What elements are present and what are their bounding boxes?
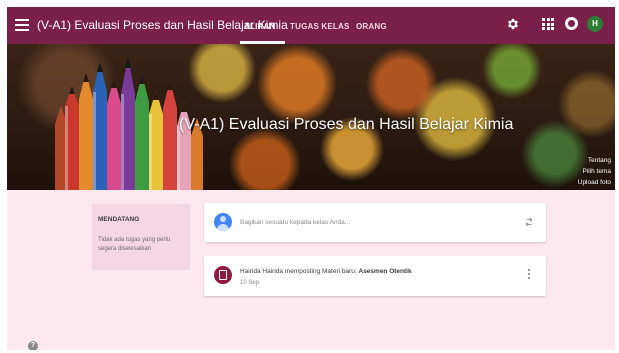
repost-icon[interactable] [523,216,535,228]
user-avatar-icon [214,213,232,231]
more-options-icon[interactable] [528,269,531,281]
share-input[interactable]: Bagikan sesuatu kepada kelas Anda... [240,219,350,226]
stream-post[interactable]: Hairida Hairida memposting Materi baru: … [204,256,546,296]
menu-icon[interactable] [15,17,31,33]
class-banner: (V-A1) Evaluasi Proses dan Hasil Belajar… [7,44,615,190]
select-theme-link[interactable]: Pilih tema [582,168,611,175]
post-author-text: Hairida Hairida memposting Materi baru: [240,268,359,275]
upcoming-empty-text: Tidak ada tugas yang perlu segera disele… [98,237,171,252]
apps-grid-icon[interactable] [542,18,554,30]
post-title[interactable]: Hairida Hairida memposting Materi baru: … [240,268,412,275]
upcoming-panel: MENDATANG Tidak ada tugas yang perlu seg… [92,204,190,270]
top-app-bar: (V-A1) Evaluasi Proses dan Hasil Belajar… [7,7,615,44]
help-icon[interactable]: ? [28,341,38,350]
share-box[interactable]: Bagikan sesuatu kepada kelas Anda... [204,203,546,242]
tab-aliran[interactable]: ALIRAN [244,22,275,31]
circle-icon[interactable] [565,17,578,30]
post-date: 10 Sep [240,280,260,286]
upcoming-title: MENDATANG [98,216,140,223]
about-link[interactable]: Tentang [588,157,611,164]
upload-photo-link[interactable]: Upload foto [578,179,611,186]
gear-icon[interactable] [506,17,520,31]
material-icon [214,266,232,284]
tab-orang[interactable]: ORANG [356,22,387,31]
post-material-title: Asesmen Otentik [358,268,412,275]
banner-title: (V-A1) Evaluasi Proses dan Hasil Belajar… [179,116,514,133]
classroom-window: (V-A1) Evaluasi Proses dan Hasil Belajar… [7,7,615,350]
tab-tugas-kelas[interactable]: TUGAS KELAS [290,22,350,31]
avatar[interactable]: H [587,16,603,32]
